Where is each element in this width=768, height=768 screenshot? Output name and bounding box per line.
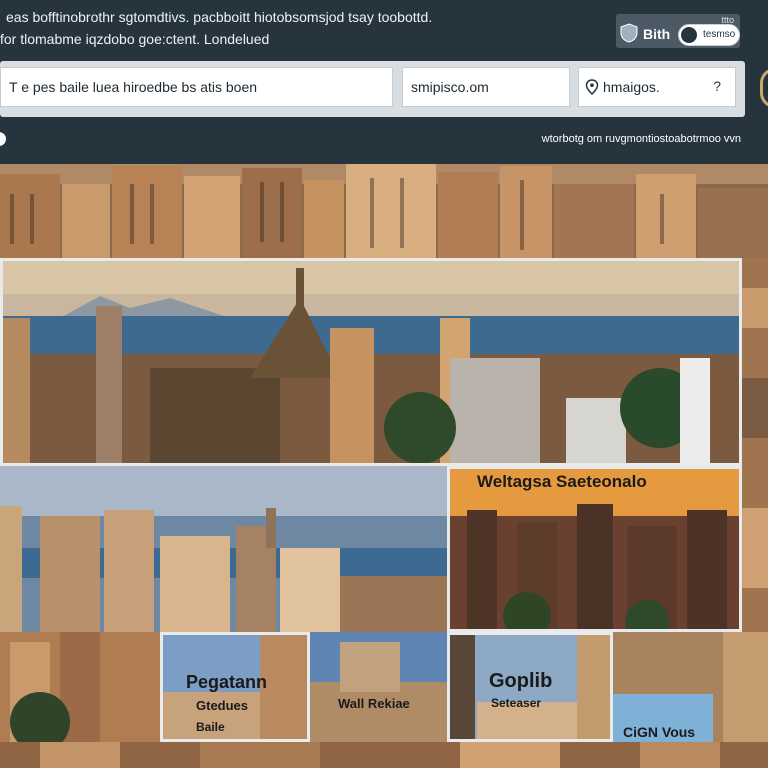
mode-toggle[interactable]: tesmso	[678, 24, 740, 46]
sunset-caption: Weltagsa Saeteonalo	[477, 472, 647, 491]
downtown-skyline-image[interactable]	[0, 466, 447, 632]
mosaic-caption-3: Baile	[196, 720, 225, 734]
map-pin-icon	[585, 79, 599, 95]
mosaic-tile-4[interactable]: Goplib Seteaser	[447, 632, 613, 742]
harbor-skyline-image[interactable]	[0, 258, 742, 466]
mosaic-caption-4: Wall Rekiae	[338, 696, 410, 711]
website-input[interactable]: smipisco.om	[402, 67, 570, 107]
mosaic-caption-7: CiGN Vous	[623, 724, 696, 740]
mosaic-tile-1[interactable]	[0, 632, 160, 742]
mosaic-tile-5[interactable]: CiGN Vous	[613, 632, 768, 742]
intro-text-line-1: eas bofftinobrothr sgtomdtivs. pacbboitt…	[6, 9, 433, 25]
search-query-input[interactable]: T e pes baile luea hiroedbe bs atis boen	[0, 67, 393, 107]
mosaic-caption-1: Pegatann	[186, 672, 268, 692]
question-mark-icon[interactable]: ?	[713, 78, 721, 94]
bottom-strip-image[interactable]	[0, 742, 768, 768]
search-query-value: T e pes baile luea hiroedbe bs atis boen	[9, 79, 258, 95]
shield-icon	[620, 23, 638, 43]
location-input[interactable]: hmaigos. ?	[578, 67, 736, 107]
status-text: wtorbotg om ruvgmontiostoabotrmoo vvn	[541, 133, 741, 145]
mosaic-caption-2: Gtedues	[196, 698, 249, 713]
location-value: hmaigos.	[603, 79, 660, 95]
toggle-label: tesmso	[703, 29, 736, 40]
intro-text-line-2: for tlomabme iqzdobo goe:ctent. Londelue…	[0, 31, 270, 47]
profile-button[interactable]	[760, 68, 768, 108]
city-panorama-image[interactable]	[0, 164, 768, 258]
sunset-city-image[interactable]: Weltagsa Saeteonalo	[447, 466, 742, 632]
account-badge[interactable]: ttto Bith tesmso	[616, 14, 740, 48]
mosaic-tile-2[interactable]: Pegatann Gtedues Baile	[160, 632, 310, 742]
toggle-knob	[681, 27, 697, 43]
header-bar: eas bofftinobrothr sgtomdtivs. pacbboitt…	[0, 0, 768, 164]
mosaic-tile-3[interactable]: Wall Rekiae	[310, 632, 447, 742]
page: eas bofftinobrothr sgtomdtivs. pacbboitt…	[0, 0, 768, 768]
side-strip-image[interactable]	[742, 258, 768, 632]
badge-label: Bith	[643, 26, 671, 42]
mosaic-caption-5: Goplib	[489, 670, 553, 692]
mosaic-caption-6: Seteaser	[491, 696, 542, 710]
search-panel: T e pes baile luea hiroedbe bs atis boen…	[0, 61, 745, 117]
website-value: smipisco.om	[411, 79, 489, 95]
scroll-indicator[interactable]	[0, 132, 6, 146]
